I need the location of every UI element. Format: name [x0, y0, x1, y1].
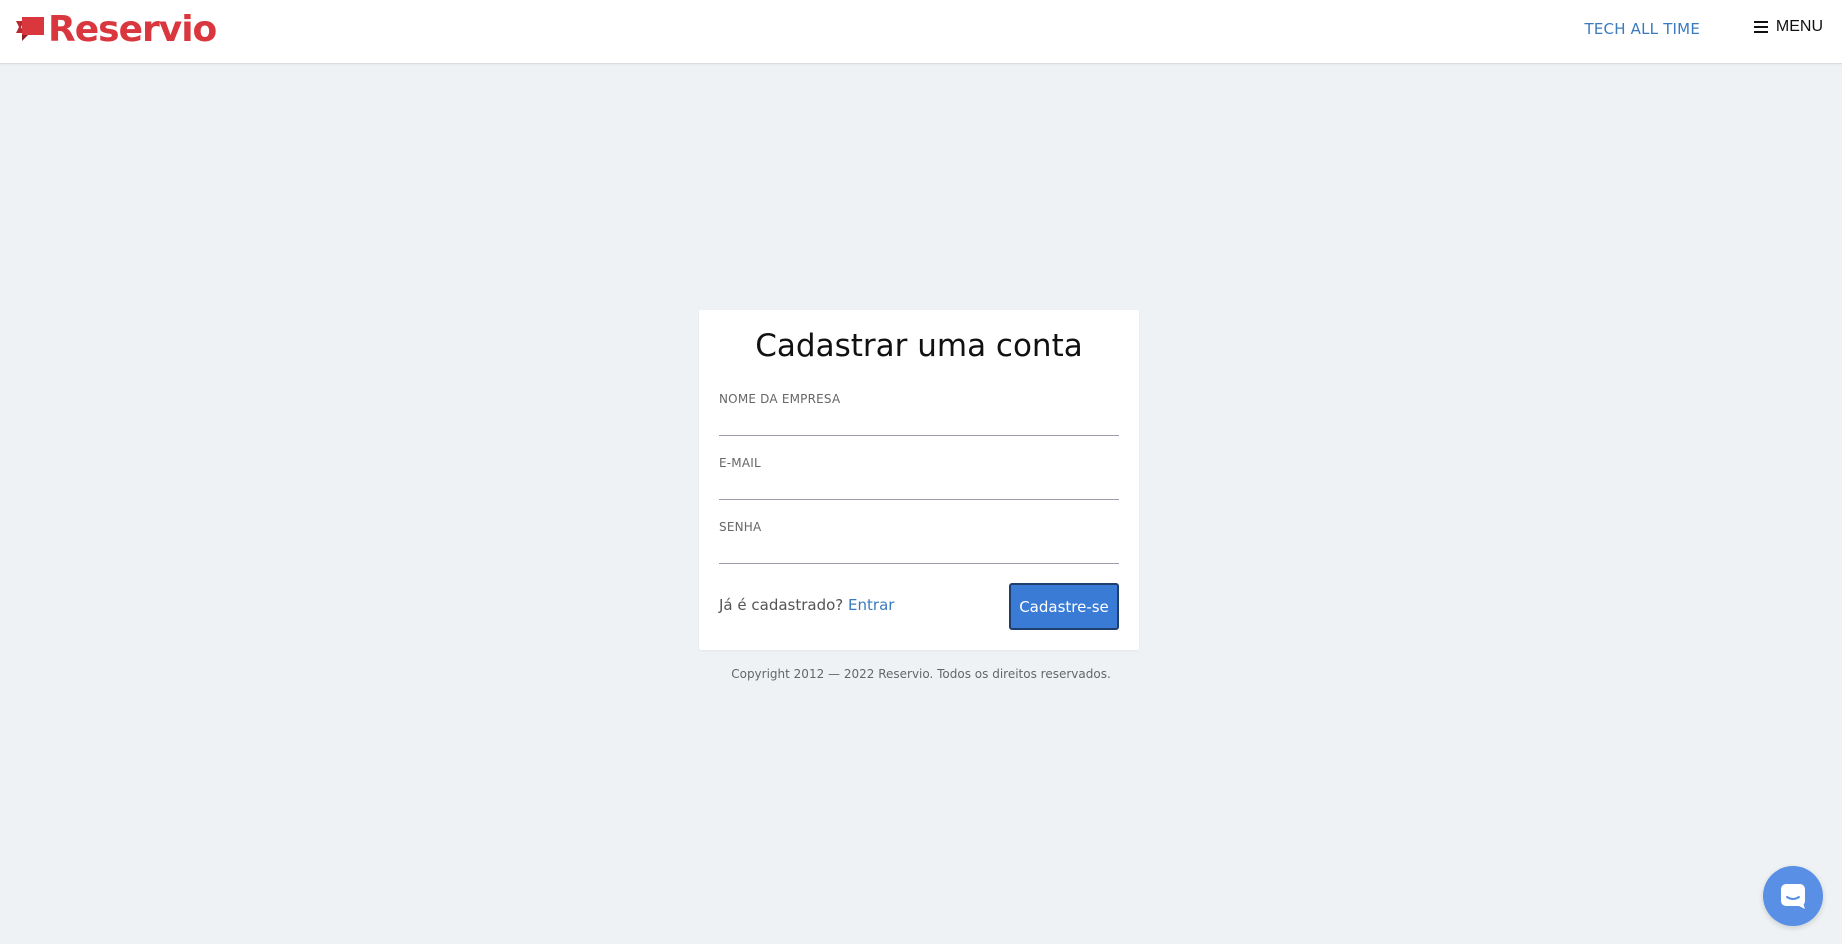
logo-text: Reservio: [48, 9, 217, 50]
password-input[interactable]: [719, 534, 1119, 564]
copyright-text: Copyright 2012 — 2022 Reservio. Todos os…: [731, 667, 1111, 681]
signup-button[interactable]: Cadastre-se: [1009, 583, 1119, 630]
email-input[interactable]: [719, 470, 1119, 500]
email-label: E-MAIL: [719, 456, 761, 470]
signup-card: Cadastrar uma conta NOME DA EMPRESA E-MA…: [699, 310, 1139, 650]
company-name-label: NOME DA EMPRESA: [719, 392, 841, 406]
login-prompt: Já é cadastrado? Entrar: [719, 596, 894, 614]
password-label: SENHA: [719, 520, 762, 534]
chat-bubble-icon: [1781, 884, 1805, 909]
email-field-group: E-MAIL: [719, 456, 1119, 500]
reservio-logo[interactable]: Reservio: [14, 9, 217, 50]
login-link[interactable]: Entrar: [848, 596, 894, 614]
hamburger-menu-icon: [1753, 21, 1768, 33]
company-name-input[interactable]: [719, 406, 1119, 436]
top-navbar: Reservio TECH ALL TIME MENU: [0, 0, 1842, 64]
menu-label: MENU: [1775, 18, 1823, 35]
login-prompt-text: Já é cadastrado?: [719, 596, 844, 614]
chat-launcher-button[interactable]: [1763, 866, 1823, 926]
company-name-field-group: NOME DA EMPRESA: [719, 392, 1119, 436]
menu-button[interactable]: MENU: [1753, 18, 1823, 36]
password-field-group: SENHA: [719, 520, 1119, 564]
company-name-link[interactable]: TECH ALL TIME: [1584, 20, 1700, 38]
reservio-flag-icon: [16, 17, 44, 41]
page-title: Cadastrar uma conta: [755, 328, 1083, 364]
